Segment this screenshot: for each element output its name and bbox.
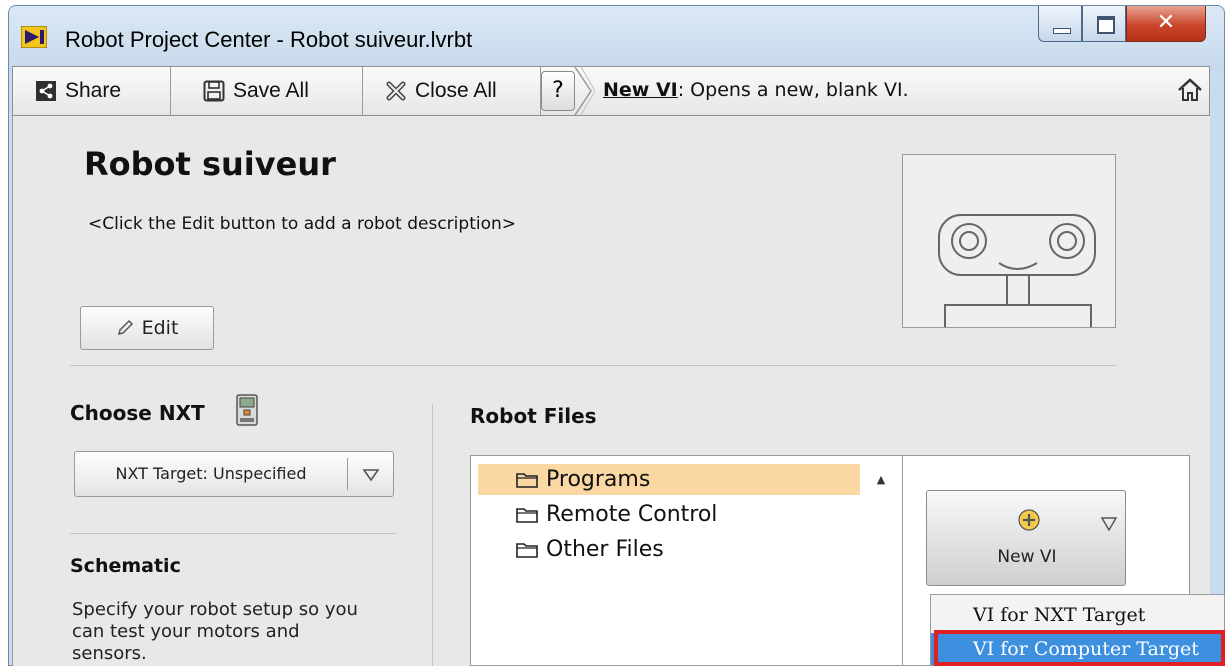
- robot-name-title: Robot suiveur: [84, 145, 336, 183]
- close-icon: ✕: [1156, 10, 1176, 35]
- files-panel-divider: [902, 455, 903, 666]
- help-label: ?: [552, 78, 564, 103]
- folder-label: Other Files: [546, 537, 664, 562]
- folder-programs[interactable]: Programs: [478, 464, 860, 495]
- close-all-button[interactable]: Close All: [363, 67, 541, 115]
- window-controls: ✕: [1038, 6, 1206, 46]
- dropdown-arrow-icon[interactable]: [1101, 517, 1117, 531]
- hint-text: : Opens a new, blank VI.: [677, 79, 909, 101]
- minimize-icon: [1053, 28, 1071, 34]
- help-button[interactable]: ?: [541, 71, 575, 111]
- save-all-button[interactable]: Save All: [171, 67, 363, 115]
- share-icon: [36, 81, 56, 101]
- nxt-brick-icon: [236, 394, 258, 426]
- folder-icon: [516, 508, 538, 523]
- schematic-description: Specify your robot setup so you can test…: [72, 599, 358, 664]
- edit-label: Edit: [141, 317, 179, 339]
- window-title: Robot Project Center - Robot suiveur.lvr…: [65, 27, 473, 52]
- annotation-highlight-box: [934, 630, 1225, 666]
- folder-label: Programs: [546, 467, 651, 492]
- folder-icon: [516, 543, 538, 558]
- share-button[interactable]: Share: [13, 67, 171, 115]
- save-icon: [203, 80, 225, 102]
- pencil-icon: [117, 319, 133, 336]
- folder-icon: [516, 473, 538, 488]
- hint-bold-link[interactable]: New VI: [603, 79, 678, 101]
- title-bar[interactable]: Robot Project Center - Robot suiveur.lvr…: [9, 6, 1224, 72]
- save-all-label: Save All: [233, 79, 309, 102]
- edit-button[interactable]: Edit: [80, 306, 214, 350]
- new-vi-button[interactable]: New VI: [926, 490, 1126, 586]
- robot-files-tree: Programs Remote Control Other Files: [478, 464, 908, 666]
- close-all-icon: [386, 81, 406, 101]
- left-section-divider: [70, 533, 396, 534]
- schematic-heading: Schematic: [70, 555, 181, 577]
- share-label: Share: [65, 79, 122, 102]
- section-divider: [70, 365, 1116, 366]
- robot-description: <Click the Edit button to add a robot de…: [88, 214, 516, 234]
- maximize-icon: [1097, 16, 1115, 34]
- close-all-label: Close All: [415, 79, 497, 102]
- folder-label: Remote Control: [546, 502, 718, 527]
- scroll-up-arrow-icon[interactable]: ▲: [874, 473, 888, 487]
- dropdown-separator: [347, 458, 348, 490]
- minimize-button[interactable]: [1038, 6, 1082, 42]
- robot-face-icon: [938, 214, 1096, 327]
- column-divider: [432, 404, 433, 666]
- maximize-button[interactable]: [1082, 6, 1126, 42]
- choose-nxt-heading: Choose NXT: [70, 401, 205, 425]
- context-help-hint: New VI: Opens a new, blank VI.: [603, 79, 909, 101]
- add-icon: [1018, 509, 1040, 531]
- labview-app-icon: [21, 26, 47, 48]
- folder-remote-control[interactable]: Remote Control: [478, 499, 860, 530]
- dropdown-arrow-icon[interactable]: [359, 460, 383, 488]
- toolbar: Share Save All Close All ? New VI: Opens…: [12, 66, 1210, 116]
- new-vi-label: New VI: [997, 547, 1057, 567]
- nxt-target-value: NXT Target: Unspecified: [115, 464, 307, 483]
- robot-picture[interactable]: [902, 154, 1116, 328]
- folder-other-files[interactable]: Other Files: [478, 534, 860, 565]
- nxt-target-dropdown[interactable]: NXT Target: Unspecified: [74, 451, 394, 497]
- home-icon[interactable]: [1177, 77, 1203, 103]
- hint-chevron-icon: [574, 67, 595, 115]
- close-window-button[interactable]: ✕: [1126, 6, 1206, 42]
- menu-item-vi-for-nxt-target[interactable]: VI for NXT Target: [931, 599, 1224, 631]
- robot-files-heading: Robot Files: [470, 404, 597, 428]
